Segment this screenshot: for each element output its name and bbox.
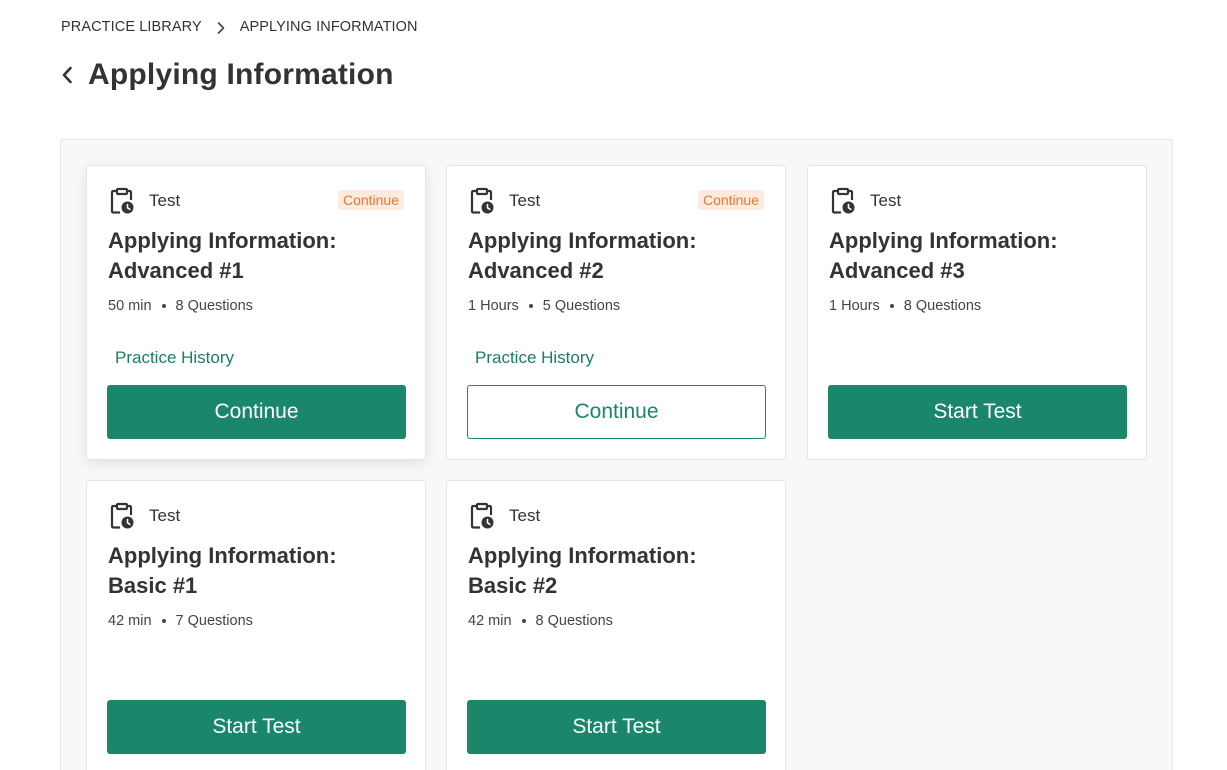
breadcrumb-current: APPLYING INFORMATION [239,19,418,35]
card-title-line-2: Basic #2 [468,573,558,598]
card-type-label: Test [870,191,902,210]
card-title: Applying Information: Advanced #3 [829,226,1129,286]
card-title-line-1: Applying Information: [108,228,337,253]
card-title: Applying Information: Advanced #2 [468,226,768,286]
clipboard-clock-icon [110,187,134,214]
card-title-line-1: Applying Information: [108,543,337,568]
breadcrumb: PRACTICE LIBRARY APPLYING INFORMATION [61,19,418,35]
card-title: Applying Information: Advanced #1 [108,226,408,286]
test-card-basic-2: Test Applying Information: Basic #2 42 m… [446,480,786,770]
card-title-line-2: Basic #1 [108,573,198,598]
page-header: Applying Information [58,58,394,92]
card-header: Test [109,187,180,215]
chevron-left-icon [62,66,72,84]
card-title-line-2: Advanced #2 [468,258,604,283]
separator-dot [521,619,526,623]
practice-history-link[interactable]: Practice History [475,348,594,368]
practice-history-link[interactable]: Practice History [115,348,234,368]
card-header: Test [830,187,901,215]
clipboard-clock-icon [110,502,134,529]
start-test-button[interactable]: Start Test [107,700,406,754]
card-header: Test [469,502,540,530]
card-title: Applying Information: Basic #1 [108,541,408,601]
card-header: Test [469,187,540,215]
clipboard-clock-icon [470,187,494,214]
card-type-label: Test [149,191,181,210]
status-badge: Continue [697,190,764,210]
card-meta: 50 min 8 Questions [108,298,253,314]
card-header: Test [109,502,180,530]
card-title-line-2: Advanced #3 [829,258,965,283]
duration: 42 min [468,613,512,629]
card-type-label: Test [509,506,541,525]
back-button[interactable] [58,63,76,87]
separator-dot [161,619,166,623]
card-meta: 42 min 7 Questions [108,613,253,629]
test-card-advanced-3: Test Applying Information: Advanced #3 1… [807,165,1147,460]
card-type-label: Test [509,191,541,210]
card-title-line-2: Advanced #1 [108,258,244,283]
card-meta: 1 Hours 5 Questions [468,298,620,314]
test-card-advanced-1: Test Continue Applying Information: Adva… [86,165,426,460]
card-meta: 42 min 8 Questions [468,613,613,629]
card-title: Applying Information: Basic #2 [468,541,768,601]
start-test-button[interactable]: Start Test [467,700,766,754]
continue-button[interactable]: Continue [107,385,406,439]
test-card-basic-1: Test Applying Information: Basic #1 42 m… [86,480,426,770]
clipboard-clock-icon [831,187,855,214]
test-card-advanced-2: Test Continue Applying Information: Adva… [446,165,786,460]
page-title: Applying Information [88,58,394,91]
duration: 1 Hours [829,298,880,314]
separator-dot [161,304,166,308]
card-title-line-1: Applying Information: [468,543,697,568]
test-list-panel: Test Continue Applying Information: Adva… [60,139,1173,770]
question-count: 5 Questions [542,298,621,314]
separator-dot [889,304,894,308]
question-count: 8 Questions [903,298,982,314]
continue-button[interactable]: Continue [467,385,766,439]
duration: 1 Hours [468,298,519,314]
chevron-right-icon [216,20,226,34]
card-title-line-1: Applying Information: [468,228,697,253]
breadcrumb-practice-library[interactable]: PRACTICE LIBRARY [61,19,202,35]
card-type-label: Test [149,506,181,525]
duration: 50 min [108,298,152,314]
status-badge: Continue [337,190,404,210]
separator-dot [528,304,533,308]
question-count: 8 Questions [535,613,613,629]
duration: 42 min [108,613,152,629]
question-count: 8 Questions [175,298,253,314]
clipboard-clock-icon [470,502,494,529]
card-meta: 1 Hours 8 Questions [829,298,981,314]
card-title-line-1: Applying Information: [829,228,1058,253]
start-test-button[interactable]: Start Test [828,385,1127,439]
question-count: 7 Questions [175,613,253,629]
